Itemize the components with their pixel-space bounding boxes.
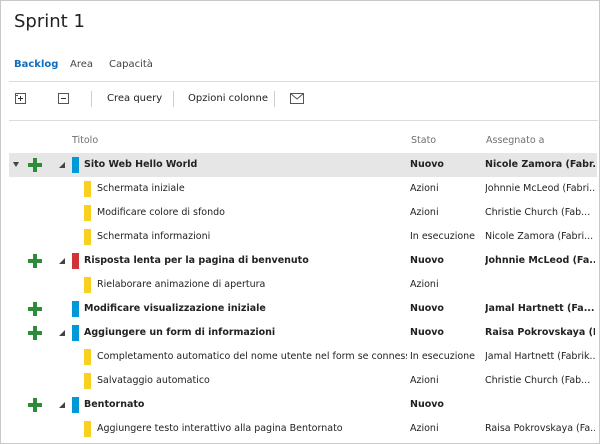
work-item-state: Azioni [410, 375, 439, 386]
work-item-title[interactable]: Salvataggio automatico [97, 375, 407, 386]
work-item-state: Azioni [410, 183, 439, 194]
collapse-caret-icon[interactable] [59, 402, 65, 408]
work-item-title[interactable]: Modificare colore di sfondo [97, 207, 407, 218]
task-row[interactable]: Modificare colore di sfondo Azioni Christi… [9, 201, 597, 225]
expand-all-icon[interactable] [15, 93, 26, 104]
work-item-color-bar [72, 301, 79, 317]
page-title: Sprint 1 [14, 11, 85, 32]
tab-backlog[interactable]: Backlog [14, 59, 58, 70]
task-row[interactable]: Salvataggio automatico Azioni Christie Chu… [9, 369, 597, 393]
tab-area[interactable]: Area [70, 59, 93, 70]
add-task-icon[interactable] [28, 254, 42, 268]
toolbar-separator [91, 91, 92, 107]
add-task-icon[interactable] [28, 302, 42, 316]
tabs-divider [9, 81, 598, 82]
work-item-title[interactable]: Aggiungere un form di informazioni [84, 327, 404, 338]
work-item-state: Azioni [410, 207, 439, 218]
work-item-color-bar [72, 157, 79, 173]
task-row[interactable]: Completamento automatico del nome utente… [9, 345, 597, 369]
expand-toggle-icon[interactable] [13, 162, 19, 167]
work-item-color-bar [84, 181, 91, 197]
work-item-title[interactable]: Bentornato [84, 399, 404, 410]
work-item-color-bar [84, 205, 91, 221]
collapse-caret-icon[interactable] [59, 330, 65, 336]
work-item-assignee: Nicole Zamora (Fabri... [485, 231, 594, 242]
work-item-title[interactable]: Modificare visualizzazione iniziale [84, 303, 404, 314]
work-item-state: Nuovo [410, 399, 444, 410]
work-item-state: Nuovo [410, 303, 444, 314]
toolbar-divider [9, 120, 598, 121]
collapse-all-icon[interactable] [58, 93, 69, 104]
task-row[interactable]: Schermata iniziale Azioni Johnnie McLeod (… [9, 177, 597, 201]
work-item-color-bar [84, 229, 91, 245]
work-item-color-bar [84, 349, 91, 365]
work-item-color-bar [84, 373, 91, 389]
work-item-assignee: Raisa Pokrovskaya (Fa... [485, 423, 595, 434]
create-query-button[interactable]: Crea query [107, 93, 162, 104]
work-item-title[interactable]: Schermata informazioni [97, 231, 407, 242]
bug-row[interactable]: Risposta lenta per la pagina di benvenut… [9, 249, 597, 273]
work-item-assignee: Johnnie McLeod (Fa... [485, 255, 595, 266]
task-row[interactable]: Schermata informazioni In esecuzione Nicol… [9, 225, 597, 249]
work-item-assignee: Johnnie McLeod (Fabri... [485, 183, 595, 194]
column-options-button[interactable]: Opzioni colonne [188, 93, 268, 104]
work-item-title[interactable]: Sito Web Hello World [84, 159, 404, 170]
collapse-caret-icon[interactable] [59, 258, 65, 264]
backlog-window: Sprint 1 Backlog Area Capacità Crea quer… [0, 0, 600, 444]
work-item-state: Azioni [410, 423, 439, 434]
work-item-state: Nuovo [410, 327, 444, 338]
backlog-item-row[interactable]: Sito Web Hello World Nuovo Nicole Zamora (… [9, 153, 597, 177]
task-row[interactable]: Rielaborare animazione di apertura Azioni [9, 273, 597, 297]
work-item-assignee: Nicole Zamora (Fabr... [485, 159, 595, 170]
work-item-title[interactable]: Aggiungere testo interattivo alla pagina… [97, 423, 407, 434]
work-item-color-bar [72, 253, 79, 269]
work-item-title[interactable]: Risposta lenta per la pagina di benvenut… [84, 255, 404, 266]
work-item-state: Azioni [410, 279, 439, 290]
backlog-item-row[interactable]: Modificare visualizzazione iniziale Nuovo… [9, 297, 597, 321]
work-item-assignee: Christie Church (Fab... [485, 207, 591, 218]
work-item-state: In esecuzione [410, 351, 476, 362]
work-item-assignee: Jamal Hartnett (Fa... [485, 303, 595, 314]
add-task-icon[interactable] [28, 326, 42, 340]
work-item-color-bar [72, 397, 79, 413]
email-icon[interactable] [290, 93, 304, 104]
backlog-item-row[interactable]: Bentornato Nuovo [9, 393, 597, 417]
work-item-color-bar [72, 325, 79, 341]
add-task-icon[interactable] [28, 398, 42, 412]
work-item-title[interactable]: Completamento automatico del nome utente… [97, 351, 407, 362]
collapse-caret-icon[interactable] [59, 162, 65, 168]
column-header-title[interactable]: Titolo [72, 135, 98, 146]
task-row[interactable]: Aggiungere testo interattivo alla pagina… [9, 417, 597, 441]
work-item-assignee: Jamal Hartnett (Fabrik... [485, 351, 595, 362]
work-item-state: In esecuzione [410, 231, 476, 242]
add-task-icon[interactable] [28, 158, 42, 172]
work-item-title[interactable]: Schermata iniziale [97, 183, 407, 194]
toolbar-separator [274, 91, 275, 107]
tab-capacity[interactable]: Capacità [109, 59, 153, 70]
column-header-assigned[interactable]: Assegnato a [486, 135, 545, 146]
work-item-title[interactable]: Rielaborare animazione di apertura [97, 279, 407, 290]
work-item-color-bar [84, 421, 91, 437]
work-item-assignee: Christie Church (Fab... [485, 375, 591, 386]
toolbar-separator [173, 91, 174, 107]
work-item-state: Nuovo [410, 159, 444, 170]
work-item-assignee: Raisa Pokrovskaya (Fa... [485, 327, 595, 338]
column-header-state[interactable]: Stato [411, 135, 436, 146]
work-item-state: Nuovo [410, 255, 444, 266]
work-item-color-bar [84, 277, 91, 293]
backlog-item-row[interactable]: Aggiungere un form di informazioni Nuovo R… [9, 321, 597, 345]
